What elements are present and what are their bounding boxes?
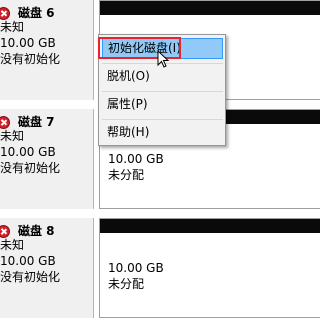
error-icon [0,115,10,129]
partition-size: 10.00 GB [108,152,164,166]
disk-state: 没有初始化 [0,161,61,175]
disk-info-panel[interactable]: 磁盘 8 未知 10.00 GB 没有初始化 [0,218,94,318]
partition-status: 未分配 [108,168,145,182]
disk-info-panel[interactable]: 磁盘 7 未知 10.00 GB 没有初始化 [0,109,94,209]
menu-item-properties[interactable]: 属性(P) [102,94,223,115]
error-icon [0,6,10,20]
partition-bar [100,1,320,15]
partition-bar [100,219,320,233]
menu-separator [102,91,223,92]
disk-type: 未知 [0,238,25,252]
disk-size: 10.00 GB [0,254,56,268]
partition-area[interactable]: 10.00 GB 未分配 [99,218,320,318]
partition-size: 10.00 GB [108,261,164,275]
disk-size: 10.00 GB [0,145,56,159]
disk-state: 没有初始化 [0,52,61,66]
disk-row-8: 磁盘 8 未知 10.00 GB 没有初始化 10.00 GB 未分配 [0,218,320,318]
menu-item-help[interactable]: 帮助(H) [102,122,223,143]
menu-separator [102,119,223,120]
disk-management-view: 磁盘 6 未知 10.00 GB 没有初始化 磁盘 7 未知 10.00 GB … [0,0,320,320]
disk-info-panel[interactable]: 磁盘 6 未知 10.00 GB 没有初始化 [0,0,94,100]
disk-type: 未知 [0,129,25,143]
disk-type: 未知 [0,20,25,34]
cursor-arrow-icon [157,50,170,68]
disk-state: 没有初始化 [0,270,61,284]
error-icon [0,224,10,238]
partition-status: 未分配 [108,277,145,291]
disk-size: 10.00 GB [0,36,56,50]
